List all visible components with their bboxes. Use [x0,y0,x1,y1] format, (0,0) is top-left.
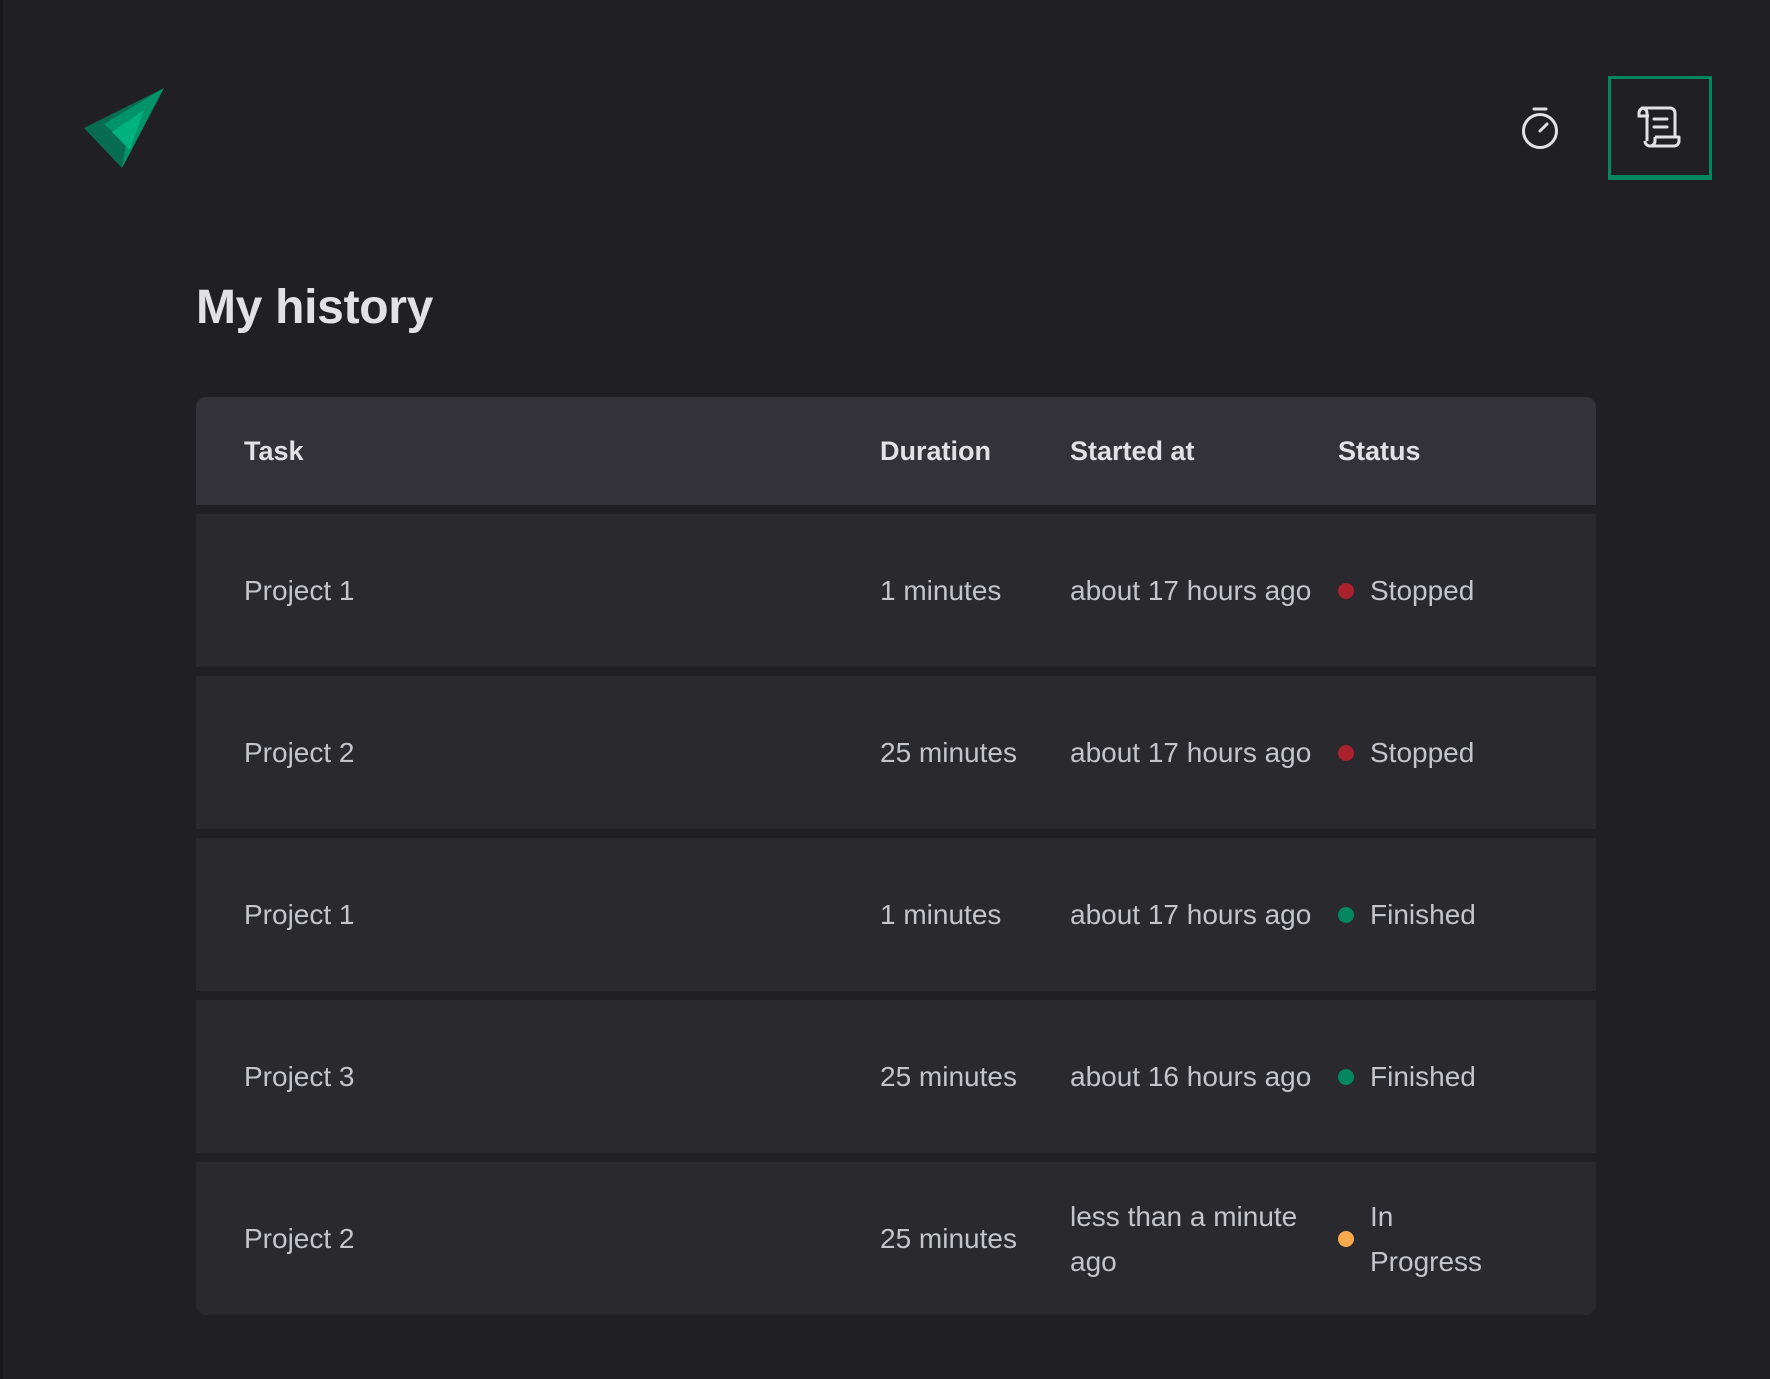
table-row: Project 1 1 minutes about 17 hours ago F… [196,838,1596,991]
task-cell: Project 1 [244,899,355,930]
status-dot-icon [1338,1230,1354,1247]
timer-icon [1522,107,1558,149]
page-title: My history [196,281,434,334]
started-at-cell: about 17 hours ago [1070,737,1312,768]
main-nav [1488,76,1712,180]
status-cell: Stopped [1338,730,1596,775]
nav-history-button[interactable] [1608,76,1712,180]
status-label: Stopped [1370,737,1475,768]
task-cell: Project 3 [244,1061,355,1092]
task-cell: Project 2 [244,737,355,768]
table-row: Project 3 25 minutes about 16 hours ago … [196,1000,1596,1153]
status-dot-icon [1338,1068,1354,1085]
status-dot-icon [1338,744,1354,761]
window-edge [0,0,3,1379]
status-label: Stopped [1370,575,1475,606]
scroll-icon [1637,106,1681,148]
column-header-started-at: Started at [1070,435,1195,466]
nav-timer-button[interactable] [1488,76,1592,180]
duration-cell: 25 minutes [880,1061,1017,1092]
app-window: My history Task Duration Started at Stat… [0,0,1770,1379]
duration-cell: 25 minutes [880,737,1017,768]
status-label: Finished [1370,899,1476,930]
table-row: Project 1 1 minutes about 17 hours ago S… [196,514,1596,667]
column-header-status: Status [1338,435,1421,466]
column-header-task: Task [244,435,304,466]
task-cell: Project 1 [244,575,355,606]
column-header-duration: Duration [880,435,991,466]
duration-cell: 25 minutes [880,1223,1017,1254]
app-header [0,0,1770,180]
status-dot-icon [1338,582,1354,599]
status-cell: Finished [1338,1054,1596,1099]
started-at-cell: less than a minute ago [1070,1200,1298,1277]
started-at-cell: about 16 hours ago [1070,1061,1312,1092]
table-row: Project 2 25 minutes less than a minute … [196,1162,1596,1315]
duration-cell: 1 minutes [880,575,1002,606]
status-dot-icon [1338,906,1354,923]
started-at-cell: about 17 hours ago [1070,575,1312,606]
app-logo-icon[interactable] [82,86,166,170]
table-row: Project 2 25 minutes about 17 hours ago … [196,676,1596,829]
status-cell: Stopped [1338,568,1596,613]
task-cell: Project 2 [244,1223,355,1254]
history-table: Task Duration Started at Status Project … [196,397,1596,1315]
status-label: In Progress [1370,1200,1483,1277]
duration-cell: 1 minutes [880,899,1002,930]
started-at-cell: about 17 hours ago [1070,899,1312,930]
history-page: My history Task Duration Started at Stat… [196,280,1596,1315]
table-header: Task Duration Started at Status [196,397,1596,505]
status-cell: In Progress [1338,1194,1596,1284]
status-cell: Finished [1338,892,1596,937]
status-label: Finished [1370,1061,1476,1092]
